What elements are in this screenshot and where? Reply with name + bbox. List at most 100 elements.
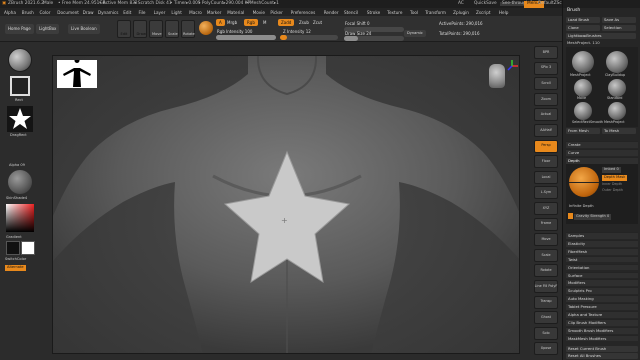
curve-section[interactable]: Curve bbox=[566, 149, 638, 156]
menu-brush[interactable]: Brush bbox=[22, 10, 34, 15]
shelf-button-floor[interactable]: Floor bbox=[534, 155, 558, 169]
outer-depth-toggle[interactable]: Outer Depth bbox=[602, 188, 623, 192]
alternate-button[interactable]: Alternate bbox=[5, 265, 26, 271]
menu-draw[interactable]: Draw bbox=[83, 10, 94, 15]
submenu-surface[interactable]: Surface bbox=[566, 271, 638, 279]
meshproject-brush-icon[interactable] bbox=[572, 51, 594, 73]
submenu-twist[interactable]: Twist bbox=[566, 255, 638, 263]
axis-gizmo-icon[interactable] bbox=[505, 58, 519, 72]
shelf-button-transp[interactable]: Transp bbox=[534, 295, 558, 309]
dynamic-button[interactable]: Dynamic bbox=[404, 30, 426, 37]
menu-edit[interactable]: Edit bbox=[123, 10, 131, 15]
gravity-direction-icon[interactable] bbox=[568, 213, 573, 219]
shelf-button-aahalf[interactable]: AAHalf bbox=[534, 124, 558, 137]
reset-current-brush-button[interactable]: Reset Current Brush bbox=[566, 346, 638, 352]
menu-zplugin[interactable]: Zplugin bbox=[453, 10, 469, 15]
menu-alpha[interactable]: Alpha bbox=[4, 10, 16, 15]
from-mesh-button[interactable]: From Mesh bbox=[566, 128, 600, 134]
shelf-button-scale[interactable]: Scale bbox=[534, 248, 558, 262]
menu-file[interactable]: File bbox=[138, 10, 145, 15]
menu-color[interactable]: Color bbox=[40, 10, 51, 15]
z-intensity-slider[interactable] bbox=[280, 35, 338, 40]
claybuildup-brush-icon[interactable] bbox=[606, 51, 628, 73]
zadd-button[interactable]: Zadd bbox=[278, 19, 295, 26]
shelf-button-ghost[interactable]: Ghost bbox=[534, 311, 558, 325]
lightbox-button[interactable]: LightBox bbox=[36, 24, 60, 34]
home-page-button[interactable]: Home Page bbox=[5, 24, 34, 34]
brush-sphere-icon[interactable] bbox=[8, 48, 32, 72]
menu-zscript[interactable]: Zscript bbox=[476, 10, 491, 15]
selectrect-brush-icon[interactable] bbox=[574, 102, 592, 120]
material-swatch-icon[interactable] bbox=[8, 170, 32, 194]
menu-layer[interactable]: Layer bbox=[154, 10, 166, 15]
quicksave-button[interactable]: QuickSave bbox=[474, 1, 497, 6]
menu-macro[interactable]: Macro bbox=[189, 10, 202, 15]
zcut-button[interactable]: Zcut bbox=[310, 19, 325, 26]
imbed-slider[interactable]: Imbed 0 bbox=[602, 167, 621, 173]
model-viewport[interactable]: + bbox=[53, 56, 520, 354]
mrgb-button[interactable]: Mrgb bbox=[224, 19, 240, 26]
submenu-elasticity[interactable]: Elasticity bbox=[566, 239, 638, 247]
menu-movie[interactable]: Movie bbox=[253, 10, 265, 15]
head-navigator-icon[interactable] bbox=[489, 64, 505, 88]
rotate-button[interactable]: Rotate bbox=[181, 20, 195, 38]
menu-material[interactable]: Material bbox=[227, 10, 244, 15]
shelf-button-line-fill-polyf[interactable]: Line Fill PolyF bbox=[534, 280, 558, 293]
to-mesh-button[interactable]: To Mesh bbox=[602, 128, 636, 134]
menu-tool[interactable]: Tool bbox=[410, 10, 418, 15]
move-brush-icon[interactable] bbox=[574, 79, 592, 97]
menu-transform[interactable]: Transform bbox=[425, 10, 446, 15]
menu-render[interactable]: Render bbox=[324, 10, 339, 15]
switch-color-button[interactable]: SwitchColor bbox=[5, 257, 26, 262]
submenu-fibermesh[interactable]: FiberMesh bbox=[566, 247, 638, 255]
reset-all-brushes-button[interactable]: Reset All Brushes bbox=[566, 353, 638, 359]
star-alpha-icon[interactable] bbox=[7, 106, 33, 132]
scale-button[interactable]: Scale bbox=[165, 20, 179, 38]
menu-dynamics[interactable]: Dynamics bbox=[98, 10, 119, 15]
load-brush-button[interactable]: Load Brush bbox=[566, 17, 600, 23]
rgb-intensity-slider[interactable] bbox=[216, 35, 276, 40]
submenu-maskmesh-modifiers[interactable]: MaskMesh Modifiers bbox=[566, 334, 638, 342]
menu-help[interactable]: Help bbox=[499, 10, 509, 15]
move-button[interactable]: Move bbox=[149, 20, 163, 38]
primary-color-swatch[interactable] bbox=[6, 241, 20, 255]
submenu-modifiers[interactable]: Modifiers bbox=[566, 279, 638, 287]
m-button[interactable]: M bbox=[260, 19, 269, 26]
submenu-clip-brush-modifiers[interactable]: Clip Brush Modifiers bbox=[566, 318, 638, 326]
menu-stencil[interactable]: Stencil bbox=[344, 10, 358, 15]
draw-button[interactable]: Draw bbox=[133, 20, 147, 38]
submenu-tablet-pressure[interactable]: Tablet Pressure bbox=[566, 303, 638, 310]
menu-light[interactable]: Light bbox=[171, 10, 181, 15]
rect-stroke-icon[interactable] bbox=[10, 76, 30, 96]
menu-picker[interactable]: Picker bbox=[270, 10, 282, 15]
shelf-button-solo[interactable]: Solo bbox=[534, 326, 558, 340]
shelf-button-xyz[interactable]: XYZ bbox=[534, 202, 558, 215]
save-as-button[interactable]: Save As bbox=[602, 17, 636, 23]
gravity-strength-slider[interactable]: Gravity Strength 0 bbox=[574, 214, 612, 220]
submenu-smooth-brush-modifiers[interactable]: Smooth Brush Modifiers bbox=[566, 326, 638, 334]
shelf-button-rotate[interactable]: Rotate bbox=[534, 264, 558, 278]
shelf-button-local[interactable]: Local bbox=[534, 170, 558, 184]
submenu-orientation[interactable]: Orientation bbox=[566, 263, 638, 271]
submenu-sculptris-pro[interactable]: Sculptris Pro bbox=[566, 287, 638, 295]
shelf-button-persp[interactable]: Persp bbox=[534, 139, 558, 153]
shelf-button-scroll[interactable]: Scroll bbox=[534, 77, 558, 91]
depth-section[interactable]: Depth bbox=[566, 157, 638, 164]
inner-depth-toggle[interactable]: Inner Depth bbox=[602, 182, 622, 186]
edit-button[interactable]: Edit bbox=[117, 20, 131, 38]
menu-document[interactable]: Document bbox=[57, 10, 79, 15]
meshproject-small-brush-icon[interactable] bbox=[608, 102, 626, 120]
infinite-depth-toggle[interactable]: Infinite Depth bbox=[569, 204, 594, 209]
material-sphere-icon[interactable] bbox=[199, 21, 213, 35]
submenu-samples[interactable]: Samples bbox=[566, 232, 638, 239]
shelf-button-bpr[interactable]: BPR bbox=[534, 46, 558, 59]
ac-button[interactable]: AC bbox=[458, 1, 464, 6]
depth-mask-toggle[interactable]: Depth Mask bbox=[602, 175, 628, 181]
shelf-button-zoom[interactable]: Zoom bbox=[534, 92, 558, 106]
document-canvas[interactable]: + bbox=[52, 55, 520, 354]
clone-button[interactable]: Clone bbox=[566, 25, 600, 31]
submenu-auto-masking[interactable]: Auto Masking bbox=[566, 295, 638, 302]
shelf-button-spix-3[interactable]: SPix 3 bbox=[534, 61, 558, 75]
live-boolean-button[interactable]: Live Boolean bbox=[68, 24, 100, 34]
menu-marker[interactable]: Marker bbox=[207, 10, 221, 15]
